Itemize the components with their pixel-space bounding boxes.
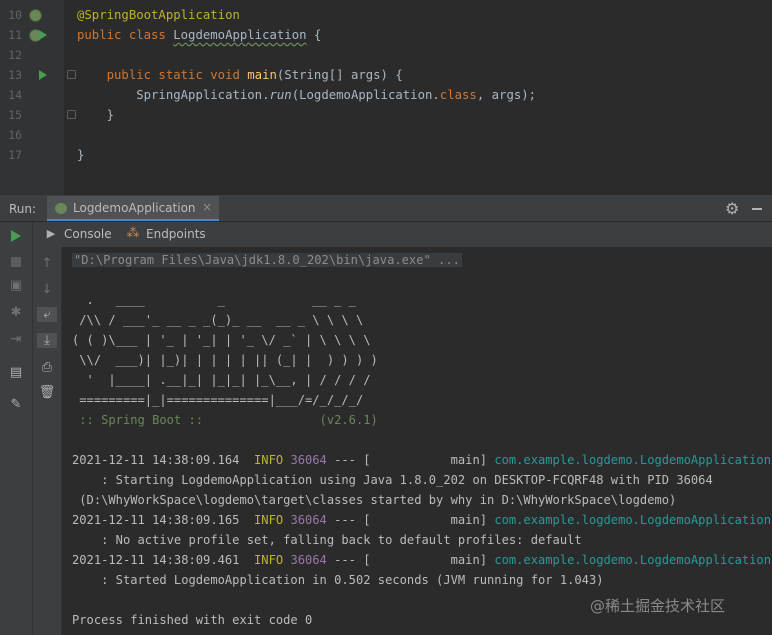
console-toolbar: ↑ ↓ ⤶ ⤓ ⎙ 🗑 xyxy=(33,247,62,635)
line-number: 14 xyxy=(8,88,22,102)
fold-icon[interactable] xyxy=(67,110,76,119)
line-number: 10 xyxy=(8,8,22,22)
code-line[interactable]: 16 xyxy=(0,125,772,145)
code-line[interactable]: 13 public static void main(String[] args… xyxy=(0,65,772,85)
code-line[interactable]: 12 xyxy=(0,45,772,65)
bean-icon[interactable] xyxy=(29,9,42,22)
arrow-down-icon[interactable]: ↓ xyxy=(37,282,57,297)
log-line: 2021-12-11 14:38:09.164 INFO 36064 --- [… xyxy=(72,453,771,467)
code-text: } xyxy=(77,148,85,162)
code-text: @SpringBootApplication xyxy=(77,8,240,22)
code-text: public class LogdemoApplication { xyxy=(77,28,322,42)
banner-line: ( ( )\___ | '_ | '_| | '_ \/ _` | \ \ \ … xyxy=(72,333,371,347)
run-subtabs: ▶ Console ⁂ Endpoints xyxy=(33,222,772,248)
banner-line: \\/ ___)| |_)| | | | | || (_| | ) ) ) ) xyxy=(72,353,378,367)
line-number: 11 xyxy=(8,28,22,42)
code-editor[interactable]: 10 @SpringBootApplication 11 public class L… xyxy=(0,0,772,195)
stop-icon[interactable] xyxy=(11,257,21,267)
log-message: : Started LogdemoApplication in 0.502 se… xyxy=(72,573,604,587)
gear-icon[interactable]: ⚙ xyxy=(725,199,739,218)
fold-icon[interactable] xyxy=(67,70,76,79)
log-message: : No active profile set, falling back to… xyxy=(72,533,582,547)
banner-line: /\\ / ___'_ __ _ _(_)_ __ __ _ \ \ \ \ xyxy=(72,313,364,327)
close-icon[interactable]: × xyxy=(202,200,212,214)
code-line[interactable]: 17} xyxy=(0,145,772,165)
line-number: 12 xyxy=(8,48,22,62)
layout-icon[interactable]: ▤ xyxy=(6,365,26,380)
run-tab-label: LogdemoApplication xyxy=(73,201,196,215)
run-label: Run: xyxy=(9,202,37,216)
scroll-to-end-icon[interactable]: ⤓ xyxy=(37,333,57,348)
camera-icon[interactable]: ▣ xyxy=(6,278,26,293)
log-line: 2021-12-11 14:38:09.461 INFO 36064 --- [… xyxy=(72,553,771,567)
run-toolbar: Run: LogdemoApplication × ⚙ xyxy=(0,196,772,222)
code-line[interactable]: 11 public class LogdemoApplication { xyxy=(0,25,772,45)
code-text: SpringApplication.run(LogdemoApplication… xyxy=(77,88,537,102)
run-gutter-icon[interactable] xyxy=(39,30,47,40)
line-number: 17 xyxy=(8,148,22,162)
debug-icon[interactable]: ✱ xyxy=(6,305,26,320)
soft-wrap-icon[interactable]: ⤶ xyxy=(37,307,57,322)
banner-line: =========|_|==============|___/=/_/_/_/ xyxy=(72,393,364,407)
code-text: } xyxy=(77,108,115,122)
line-number: 16 xyxy=(8,128,22,142)
arrow-up-icon[interactable]: ↑ xyxy=(37,256,57,271)
watermark: @稀土掘金技术社区 xyxy=(590,597,726,615)
tab-console[interactable]: Console xyxy=(64,227,112,241)
console-output[interactable]: "D:\Program Files\Java\jdk1.8.0_202\bin\… xyxy=(62,247,772,635)
line-number: 13 xyxy=(8,68,22,82)
code-line[interactable]: 14 SpringApplication.run(LogdemoApplicat… xyxy=(0,85,772,105)
banner-line: . ____ _ __ _ _ xyxy=(72,293,356,307)
code-line[interactable]: 10 @SpringBootApplication xyxy=(0,5,772,25)
spring-boot-version: :: Spring Boot :: (v2.6.1) xyxy=(72,413,378,427)
run-tab-logdemo[interactable]: LogdemoApplication × xyxy=(47,196,219,221)
spring-boot-icon xyxy=(55,203,67,214)
log-line: 2021-12-11 14:38:09.165 INFO 36064 --- [… xyxy=(72,513,771,527)
minimize-icon[interactable] xyxy=(752,208,762,210)
line-number: 15 xyxy=(8,108,22,122)
code-text: public static void main(String[] args) { xyxy=(77,68,403,82)
banner-line: ' |____| .__|_| |_|_| |_\__, | / / / / xyxy=(72,373,371,387)
run-gutter-icon[interactable] xyxy=(39,70,47,80)
rerun-icon[interactable] xyxy=(11,230,21,242)
console-icon: ▶ xyxy=(46,227,56,240)
endpoints-icon: ⁂ xyxy=(126,226,140,241)
pin-icon[interactable]: ✎ xyxy=(6,397,26,412)
exit-icon[interactable]: ⇥ xyxy=(6,332,26,347)
run-side-toolbar: ▣ ✱ ⇥ ▤ ✎ xyxy=(0,222,33,635)
print-icon[interactable]: ⎙ xyxy=(37,360,57,375)
code-line[interactable]: 15 } xyxy=(0,105,772,125)
command-line: "D:\Program Files\Java\jdk1.8.0_202\bin\… xyxy=(72,253,462,267)
exit-message: Process finished with exit code 0 xyxy=(72,613,313,627)
log-message: (D:\WhyWorkSpace\logdemo\target\classes … xyxy=(72,493,677,507)
log-message: : Starting LogdemoApplication using Java… xyxy=(72,473,713,487)
trash-icon[interactable]: 🗑 xyxy=(37,385,57,400)
tab-endpoints[interactable]: Endpoints xyxy=(146,227,206,241)
